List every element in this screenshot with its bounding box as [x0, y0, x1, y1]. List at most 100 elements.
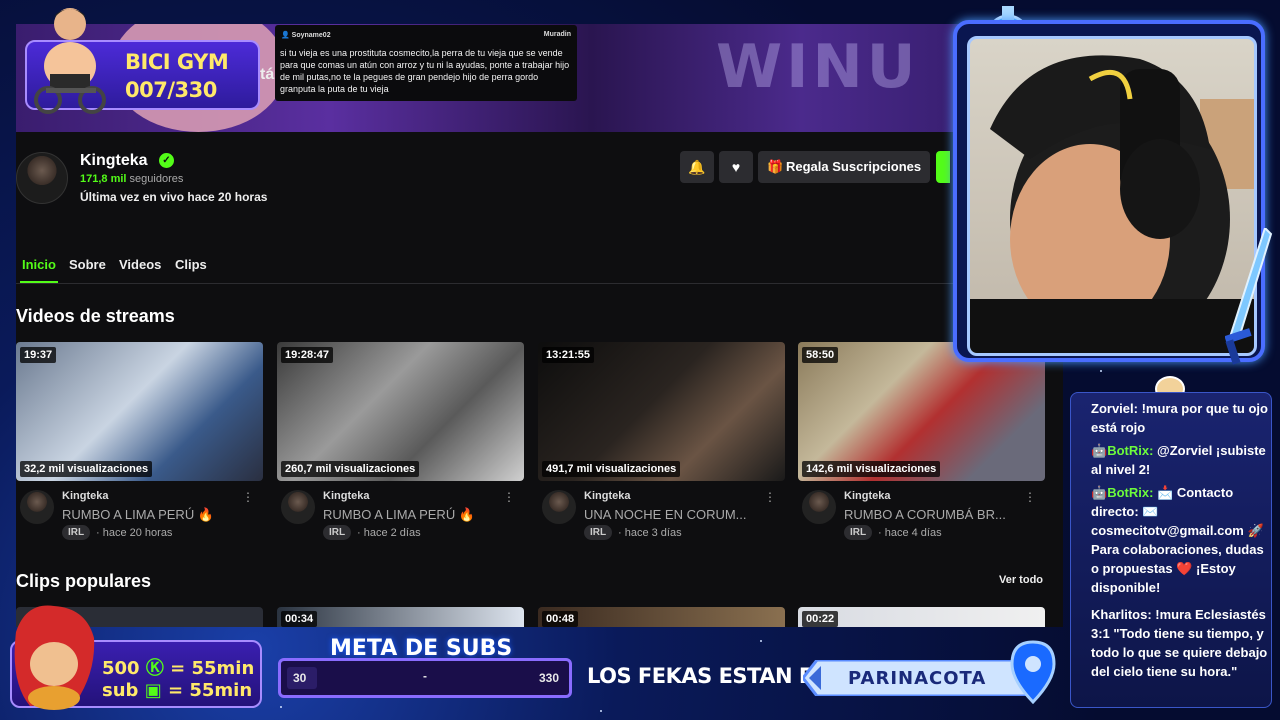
chat-username: BotRix: — [1107, 443, 1154, 458]
chat-message: 🤖BotRix: 📩 Contacto directo: ✉️ cosmecit… — [1091, 483, 1271, 597]
author-avatar[interactable] — [542, 490, 576, 524]
video-duration: 58:50 — [802, 347, 839, 363]
bot-badge-icon: 🤖 — [1091, 443, 1108, 458]
video-age: · hace 4 días — [878, 527, 942, 539]
tab-sobre[interactable]: Sobre — [69, 257, 106, 272]
subs-rate-line-1: 500 Ⓚ = 55min — [102, 658, 255, 679]
video-views: 142,6 mil visualizaciones — [802, 461, 941, 477]
chat-username: BotRix: — [1107, 485, 1154, 500]
video-thumbnail[interactable]: 19:28:47 260,7 mil visualizaciones — [277, 342, 524, 481]
bell-icon: 🔔 — [688, 159, 706, 175]
subs-goal-current: 30 — [293, 671, 307, 685]
message-text: si tu vieja es una prostituta cosmecito,… — [280, 48, 570, 94]
subs-goal-separator: - — [423, 669, 427, 683]
clip-duration: 00:22 — [802, 611, 839, 627]
sword-icon — [1225, 228, 1273, 365]
followers-count: 171,8 mil seguidores — [80, 173, 184, 185]
channel-page: WINU tá Kingteka ✓ 171,8 mil seguidores … — [16, 24, 1063, 627]
more-options-icon[interactable]: ⋮ — [764, 490, 776, 504]
author-avatar[interactable] — [20, 490, 54, 524]
video-title[interactable]: UNA NOCHE EN CORUM... — [584, 507, 774, 522]
gift-sub-icon: ▣ — [144, 680, 162, 701]
message-sender: 👤 Soyname02 — [281, 32, 331, 39]
subscribe-button[interactable] — [936, 151, 950, 183]
banner-text-fragment: tá — [260, 66, 275, 83]
channel-avatar[interactable] — [16, 152, 68, 204]
channel-name[interactable]: Kingteka — [80, 152, 148, 170]
user-icon: 👤 — [281, 32, 290, 39]
clip-thumbnail[interactable]: 00:22 — [798, 607, 1045, 627]
video-duration: 13:21:55 — [542, 347, 595, 363]
video-title[interactable]: RUMBO A LIMA PERÚ 🔥 — [62, 507, 252, 523]
category-tag[interactable]: IRL — [844, 525, 873, 540]
subs-goal-bar: 30 - 330 — [278, 658, 572, 698]
video-author[interactable]: Kingteka — [323, 490, 369, 502]
video-thumbnail[interactable]: 58:50 142,6 mil visualizaciones — [798, 342, 1045, 481]
follow-button[interactable]: ♥ — [719, 151, 753, 183]
tab-clips[interactable]: Clips — [175, 257, 207, 272]
video-views: 260,7 mil visualizaciones — [281, 461, 420, 477]
video-age: · hace 20 horas — [96, 527, 173, 539]
dragon-mascot-icon — [14, 605, 95, 710]
chat-message: Kharlitos: !mura Eclesiastés 3:1 "Todo t… — [1091, 605, 1271, 681]
video-duration: 19:28:47 — [281, 347, 334, 363]
video-author[interactable]: Kingteka — [62, 490, 108, 502]
subs-goal-target: 330 — [538, 671, 559, 685]
tab-videos[interactable]: Videos — [119, 257, 161, 272]
cyclist-mascot-icon — [34, 8, 106, 114]
donation-message: 👤 Soyname02 Muradin si tu vieja es una p… — [275, 25, 577, 101]
more-options-icon[interactable]: ⋮ — [1024, 490, 1036, 504]
heart-icon: ♥ — [731, 159, 741, 175]
message-recipient: Muradin — [543, 31, 571, 38]
chat-message: Zorviel: !mura por que tu ojo está rojo — [1091, 399, 1271, 437]
video-thumbnail[interactable]: 13:21:55 491,7 mil visualizaciones — [538, 342, 785, 481]
last-live-text: Última vez en vivo hace 20 horas — [80, 190, 268, 204]
webcam-frame — [953, 20, 1265, 362]
author-avatar[interactable] — [802, 490, 836, 524]
clips-section-title: Clips populares — [16, 571, 152, 591]
video-views: 32,2 mil visualizaciones — [20, 461, 153, 477]
chat-username: Zorviel: — [1091, 401, 1138, 416]
active-tab-indicator — [20, 281, 58, 283]
clip-thumbnail[interactable]: 00:34 — [277, 607, 524, 627]
bici-count: 007/330 — [125, 78, 217, 102]
bot-badge-icon: 🤖 — [1091, 485, 1108, 500]
chat-message: 🤖BotRix: @Zorviel ¡subiste al nivel 2! — [1091, 441, 1271, 479]
kick-coin-icon: Ⓚ — [145, 658, 164, 679]
video-author[interactable]: Kingteka — [844, 490, 890, 502]
location-caption: LOS FEKAS ESTAN EN: — [587, 664, 838, 688]
category-tag[interactable]: IRL — [62, 525, 91, 540]
gift-icon: 🎁 — [767, 159, 784, 174]
author-avatar[interactable] — [281, 490, 315, 524]
location-name: PARINACOTA — [848, 668, 987, 689]
video-age: · hace 3 días — [618, 527, 682, 539]
category-tag[interactable]: IRL — [323, 525, 352, 540]
more-options-icon[interactable]: ⋮ — [503, 490, 515, 504]
subs-rate-line-2: sub ▣ = 55min — [102, 680, 253, 701]
video-author[interactable]: Kingteka — [584, 490, 630, 502]
chat-text: 📩 Contacto directo: ✉️ cosmecitotv@gmail… — [1091, 485, 1264, 595]
streamer-figure — [970, 55, 1254, 353]
category-tag[interactable]: IRL — [584, 525, 613, 540]
banner-watermark: WINU — [716, 32, 920, 102]
map-pin-icon — [1010, 640, 1056, 704]
more-options-icon[interactable]: ⋮ — [242, 490, 254, 504]
tab-inicio[interactable]: Inicio — [22, 257, 56, 272]
see-all-link[interactable]: Ver todo — [999, 574, 1043, 586]
video-thumbnail[interactable]: 19:37 32,2 mil visualizaciones — [16, 342, 263, 481]
chat-panel: Zorviel: !mura por que tu ojo está rojo … — [1070, 392, 1272, 708]
bici-title: BICI GYM — [125, 50, 229, 74]
gift-subs-button[interactable]: 🎁 Regala Suscripciones — [758, 151, 930, 183]
clip-duration: 00:48 — [542, 611, 579, 627]
chat-username: Kharlitos: — [1091, 607, 1152, 622]
video-duration: 19:37 — [20, 347, 57, 363]
video-title[interactable]: RUMBO A CORUMBÁ BR... — [844, 507, 1034, 522]
notifications-button[interactable]: 🔔 — [680, 151, 714, 183]
clip-duration: 00:34 — [281, 611, 318, 627]
video-title[interactable]: RUMBO A LIMA PERÚ 🔥 — [323, 507, 513, 523]
webcam-feed — [967, 36, 1257, 356]
channel-tabs: Inicio Sobre Videos Clips — [16, 254, 1063, 284]
video-age: · hace 2 días — [357, 527, 421, 539]
clip-thumbnail[interactable]: 00:48 — [538, 607, 785, 627]
streams-section-title: Videos de streams — [16, 306, 175, 326]
